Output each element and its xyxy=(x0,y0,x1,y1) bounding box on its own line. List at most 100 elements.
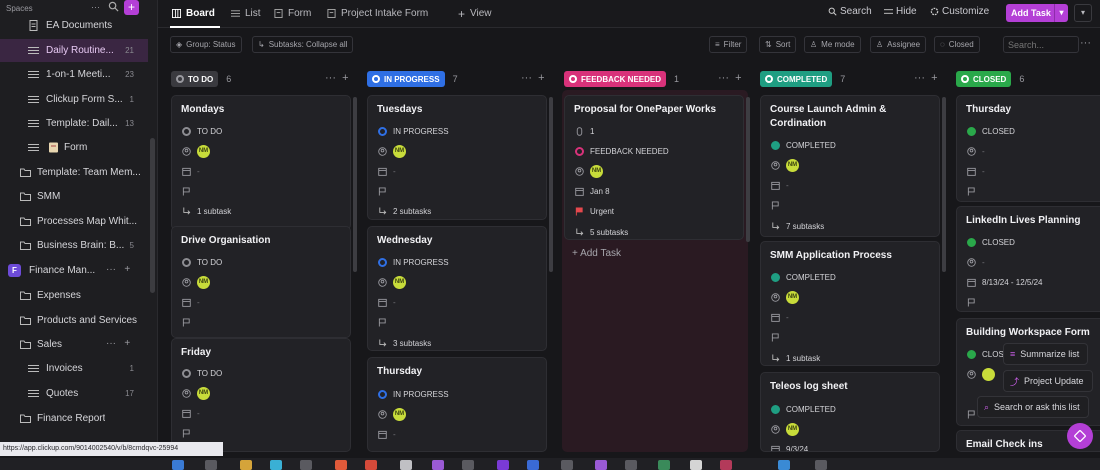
collapse-toolbar-button[interactable]: ▾ xyxy=(1074,4,1092,22)
hide-button[interactable]: Hide xyxy=(884,6,917,17)
taskbar-app-icon[interactable] xyxy=(778,460,790,470)
sidebar-item[interactable]: Invoices 1 xyxy=(0,357,148,380)
taskbar-app-icon[interactable] xyxy=(400,460,412,470)
sidebar-item[interactable]: Sales ··· + xyxy=(0,333,148,356)
tab-board[interactable]: Board xyxy=(172,5,215,22)
feedback-add-task-button[interactable]: + Add Task xyxy=(572,248,621,259)
tab-list[interactable]: List xyxy=(231,5,261,22)
plus-icon[interactable]: + xyxy=(538,72,544,84)
assignee-avatar[interactable]: NM xyxy=(197,386,210,400)
closed-toggle[interactable]: ◌ Closed xyxy=(934,36,980,53)
search-ask-button[interactable]: ⌕ Search or ask this list xyxy=(977,396,1089,418)
task-card[interactable]: Course Launch Admin & Cordination COMPLETE… xyxy=(760,95,940,237)
taskbar-app-icon[interactable] xyxy=(625,460,637,470)
taskbar-app-icon[interactable] xyxy=(205,460,217,470)
more-icon[interactable]: ··· xyxy=(718,72,729,84)
more-icon[interactable]: ··· xyxy=(521,72,532,84)
more-options-icon[interactable]: ··· xyxy=(1080,37,1091,49)
task-card[interactable]: Thursday IN PROGRESS NM - xyxy=(367,357,547,452)
chevron-down-icon[interactable]: ▾ xyxy=(1054,4,1068,22)
assignee-avatar[interactable]: NM xyxy=(197,275,210,289)
status-pill[interactable]: CLOSED xyxy=(956,71,1012,87)
assignee-avatar[interactable]: NM xyxy=(786,158,799,172)
status-pill[interactable]: COMPLETED xyxy=(760,71,833,87)
filter-button[interactable]: ≡ Filter xyxy=(709,36,748,53)
taskbar-app-icon[interactable] xyxy=(527,460,539,470)
task-card[interactable]: Drive Organisation TO DO NM - xyxy=(171,226,351,338)
task-card[interactable]: Wednesday IN PROGRESS NM - 3 subtasks xyxy=(367,226,547,351)
plus-icon[interactable]: + xyxy=(735,72,741,84)
group-by-button[interactable]: ◈ Group: Status xyxy=(170,36,242,53)
task-card[interactable]: Proposal for OnePaper Works 1 FEEDBACK NEE… xyxy=(564,95,744,240)
search-input[interactable] xyxy=(1003,36,1079,53)
plus-icon[interactable]: + xyxy=(124,338,130,349)
taskbar-app-icon[interactable] xyxy=(172,460,184,470)
sidebar-item[interactable]: Quotes 17 xyxy=(0,382,148,405)
taskbar-app-icon[interactable] xyxy=(432,460,444,470)
sidebar-item[interactable]: Template: Dail... 13 xyxy=(0,112,148,135)
sidebar-item[interactable]: Business Brain: B... 5 xyxy=(0,234,148,257)
taskbar-app-icon[interactable] xyxy=(658,460,670,470)
project-update-button[interactable]: ⤴ Project Update xyxy=(1003,370,1093,392)
more-icon[interactable]: ··· xyxy=(106,264,116,275)
search-icon[interactable] xyxy=(108,1,119,12)
plus-icon[interactable]: + xyxy=(342,72,348,84)
sidebar-item[interactable]: 1-on-1 Meeti... 23 xyxy=(0,63,148,86)
sidebar-item[interactable]: SMM xyxy=(0,185,148,208)
add-task-button[interactable]: Add Task ▾ xyxy=(1006,4,1068,22)
task-card[interactable]: Thursday CLOSED - - xyxy=(956,95,1100,202)
taskbar-app-icon[interactable] xyxy=(497,460,509,470)
sidebar-item[interactable]: Processes Map Whit... xyxy=(0,210,148,233)
more-icon[interactable]: ··· xyxy=(106,338,116,349)
status-pill[interactable]: TO DO xyxy=(171,71,219,87)
sidebar-item[interactable]: Template: Team Mem... xyxy=(0,161,148,184)
task-card[interactable]: Friday TO DO NM - xyxy=(171,338,351,452)
taskbar-app-icon[interactable] xyxy=(815,460,827,470)
column-scrollbar[interactable] xyxy=(942,97,946,272)
status-pill[interactable]: IN PROGRESS xyxy=(367,71,445,87)
sort-button[interactable]: ⇅ Sort xyxy=(759,36,797,53)
status-pill[interactable]: FEEDBACK NEEDED xyxy=(564,71,667,87)
task-card[interactable]: Tuesdays IN PROGRESS NM - 2 subtasks xyxy=(367,95,547,220)
taskbar-app-icon[interactable] xyxy=(300,460,312,470)
tab-project-intake-form[interactable]: Project Intake Form xyxy=(327,5,428,22)
taskbar-app-icon[interactable] xyxy=(690,460,702,470)
ai-brain-button[interactable] xyxy=(1067,423,1093,449)
sidebar-item[interactable]: Finance Report xyxy=(0,407,148,430)
assignee-avatar[interactable]: NM xyxy=(393,144,406,158)
assignee-avatar[interactable]: NM xyxy=(786,290,799,304)
tab-form[interactable]: Form xyxy=(274,5,311,22)
customize-button[interactable]: Customize xyxy=(930,6,989,17)
sidebar-item[interactable]: EA Documents xyxy=(0,14,148,37)
subtasks-button[interactable]: ↳ Subtasks: Collapse all xyxy=(252,36,354,53)
assignee-avatar[interactable]: NM xyxy=(786,422,799,436)
column-scrollbar[interactable] xyxy=(746,97,750,242)
taskbar-app-icon[interactable] xyxy=(335,460,347,470)
assignee-avatar[interactable]: NM xyxy=(590,164,603,178)
plus-icon[interactable]: + xyxy=(124,264,130,275)
column-scrollbar[interactable] xyxy=(549,97,553,272)
assignee-button[interactable]: ♙ Assignee xyxy=(870,36,927,53)
task-card[interactable]: Teleos log sheet COMPLETED NM 9/3/24 xyxy=(760,372,940,452)
taskbar-app-icon[interactable] xyxy=(365,460,377,470)
plus-icon[interactable]: + xyxy=(931,72,937,84)
sidebar-item[interactable]: F Finance Man... ··· + xyxy=(0,259,148,282)
more-icon[interactable]: ··· xyxy=(914,72,925,84)
assignee-avatar[interactable]: NM xyxy=(393,407,406,421)
taskbar-app-icon[interactable] xyxy=(720,460,732,470)
assignee-avatar[interactable] xyxy=(982,367,995,381)
taskbar-app-icon[interactable] xyxy=(462,460,474,470)
summarize-list-button[interactable]: ≡ Summarize list xyxy=(1003,343,1089,365)
sidebar-item[interactable]: Daily Routine... 21 xyxy=(0,39,148,62)
sidebar-scrollbar[interactable] xyxy=(150,138,155,293)
column-scrollbar[interactable] xyxy=(353,97,357,272)
taskbar-app-icon[interactable] xyxy=(270,460,282,470)
create-space-button[interactable]: + xyxy=(124,0,139,15)
taskbar-app-icon[interactable] xyxy=(595,460,607,470)
add-view-button[interactable]: + View xyxy=(458,5,492,22)
spaces-more-icon[interactable]: ··· xyxy=(91,2,100,12)
task-card[interactable]: SMM Application Process COMPLETED NM - 1 sub… xyxy=(760,241,940,366)
more-icon[interactable]: ··· xyxy=(325,72,336,84)
sidebar-item[interactable]: Expenses xyxy=(0,284,148,307)
sidebar-item[interactable]: Products and Services xyxy=(0,309,148,332)
